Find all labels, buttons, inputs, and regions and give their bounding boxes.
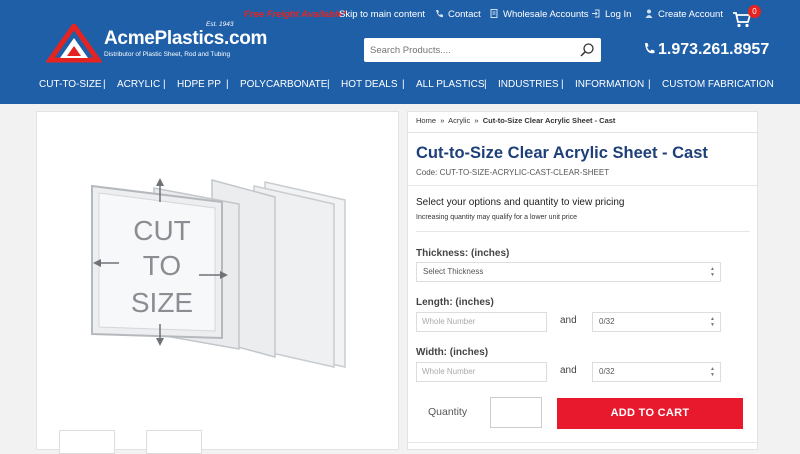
login-link[interactable]: Log In [592,9,631,20]
image-text-to: TO [143,250,181,281]
image-text-cut: CUT [133,215,191,246]
cart-count-badge: 0 [748,5,761,18]
nav-acrylic[interactable]: ACRYLIC [117,79,160,90]
divider [408,132,759,133]
create-account-link[interactable]: Create Account [645,9,723,20]
breadcrumb: Home » Acrylic » Cut-to-Size Clear Acryl… [416,116,615,125]
nav-separator: | [103,79,106,90]
document-icon [490,9,498,18]
phone-icon [645,43,655,54]
cart-button[interactable]: 0 [733,5,763,30]
nav-cut-to-size[interactable]: CUT-TO-SIZE [39,79,102,90]
logo-tagline: Distributor of Plastic Sheet, Rod and Tu… [104,51,231,58]
logo-est: Est. 1943 [206,21,234,28]
product-code: Code: CUT-TO-SIZE-ACRYLIC-CAST-CLEAR-SHE… [416,168,610,177]
nav-separator: | [484,79,487,90]
logo-icon [46,24,102,63]
login-icon [592,9,600,18]
main-nav: CUT-TO-SIZE | ACRYLIC | HDPE PP | POLYCA… [0,77,800,95]
thumbnail-2[interactable] [146,430,202,454]
thickness-label: Thickness: (inches) [416,248,510,259]
contact-link[interactable]: Contact [435,9,481,20]
image-text-size: SIZE [131,287,193,318]
width-fraction-value: 0/32 [599,367,615,376]
product-image-panel: CUT TO SIZE [36,111,399,450]
nav-separator: | [648,79,651,90]
phone-icon [436,10,443,18]
top-bar: Free Freight Available* Skip to main con… [0,6,800,24]
add-to-cart-button[interactable]: ADD TO CART [557,398,743,429]
user-icon [645,9,653,18]
contact-label: Contact [448,9,481,20]
free-freight-link[interactable]: Free Freight Available* [244,9,347,20]
length-label: Length: (inches) [416,297,494,308]
site-header: Free Freight Available* Skip to main con… [0,0,800,104]
quantity-label: Quantity [428,406,468,418]
thickness-select[interactable]: Select Thickness ▲ ▼ [416,262,721,282]
select-arrows-icon: ▲ ▼ [710,316,715,328]
thickness-select-value: Select Thickness [423,267,484,276]
quantity-input[interactable] [490,397,542,428]
quantity-discount-message: Increasing quantity may qualify for a lo… [416,214,578,221]
product-title: Cut-to-Size Clear Acrylic Sheet - Cast [416,144,708,162]
skip-link[interactable]: Skip to main content [339,9,425,20]
wholesale-link[interactable]: Wholesale Accounts [490,9,589,20]
width-label: Width: (inches) [416,347,489,358]
product-image[interactable]: CUT TO SIZE [37,112,400,451]
product-info-panel: Home » Acrylic » Cut-to-Size Clear Acryl… [407,111,759,450]
search-box [364,38,601,62]
breadcrumb-acrylic[interactable]: Acrylic [448,116,470,125]
divider [416,231,750,232]
phone-number-text: 1.973.261.8957 [658,41,770,58]
search-icon[interactable] [579,42,595,58]
create-account-label: Create Account [658,9,723,20]
breadcrumb-separator: » [440,116,445,125]
length-whole-input[interactable]: Whole Number [416,312,547,332]
nav-polycarbonate[interactable]: POLYCARBONATE [240,79,327,90]
nav-all-plastics[interactable]: ALL PLASTICS [416,79,485,90]
width-and-label: and [560,365,577,376]
wholesale-label: Wholesale Accounts [503,9,589,20]
length-fraction-value: 0/32 [599,317,615,326]
select-arrows-icon: ▲ ▼ [710,266,715,278]
width-whole-input[interactable]: Whole Number [416,362,547,382]
nav-hot-deals[interactable]: HOT DEALS [341,79,398,90]
logo-name: AcmePlastics.com [104,28,268,49]
breadcrumb-home[interactable]: Home [416,116,436,125]
nav-industries[interactable]: INDUSTRIES [498,79,559,90]
pricing-message: Select your options and quantity to view… [416,197,625,208]
divider [408,442,759,443]
thumbnail-1[interactable] [59,430,115,454]
nav-custom-fabrication[interactable]: CUSTOM FABRICATION [662,79,774,90]
length-fraction-select[interactable]: 0/32 ▲ ▼ [592,312,721,332]
width-fraction-select[interactable]: 0/32 ▲ ▼ [592,362,721,382]
phone-number[interactable]: 1.973.261.8957 [643,41,769,59]
nav-separator: | [402,79,405,90]
site-logo[interactable]: AcmePlastics.com Est. 1943 Distributor o… [46,21,267,64]
select-arrows-icon: ▲ ▼ [710,366,715,378]
length-and-label: and [560,315,577,326]
nav-separator: | [163,79,166,90]
search-input[interactable] [364,38,574,62]
nav-separator: | [226,79,229,90]
breadcrumb-current: Cut-to-Size Clear Acrylic Sheet - Cast [482,116,616,125]
nav-separator: | [327,79,330,90]
divider [408,185,759,186]
breadcrumb-separator: » [474,116,479,125]
nav-hdpe-pp[interactable]: HDPE PP [177,79,221,90]
login-label: Log In [605,9,632,20]
nav-separator: | [561,79,564,90]
nav-information[interactable]: INFORMATION [575,79,644,90]
